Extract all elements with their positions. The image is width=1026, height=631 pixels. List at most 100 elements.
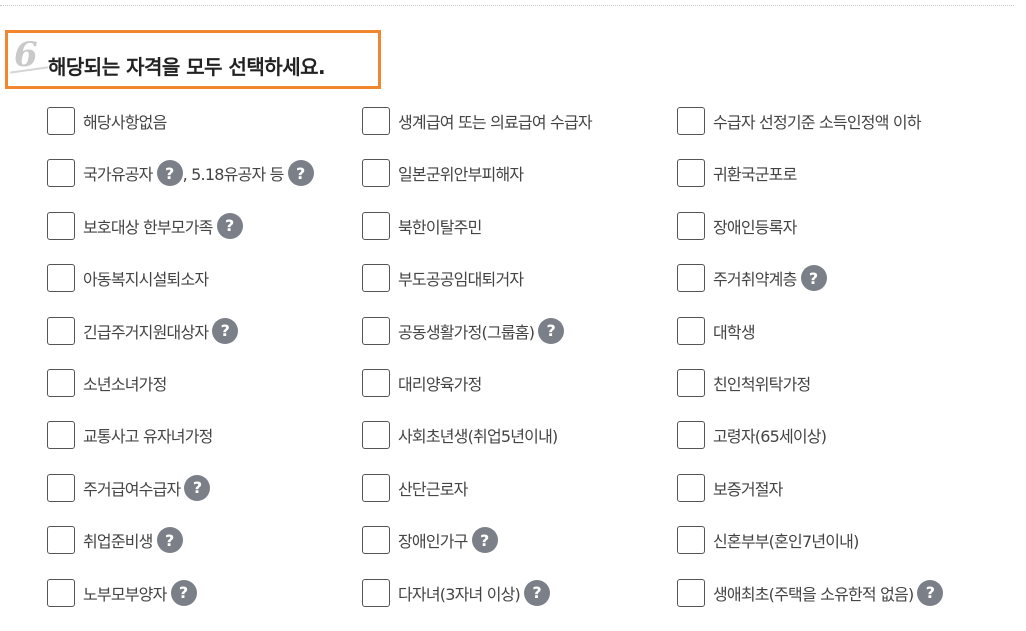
help-question-icon[interactable]: ? [287,160,314,187]
option-label: 생계급여 또는 의료급여 수급자 [398,113,593,132]
option-label: 교통사고 유자녀가정 [83,427,213,447]
checkbox[interactable] [362,578,390,607]
qualification-option[interactable]: 사회초년생(취업5년이내) [362,421,677,450]
qualification-option[interactable]: 부도공공임대퇴거자 [362,264,677,293]
qualification-option[interactable]: 교통사고 유자녀가정 [47,421,362,450]
qualification-option[interactable]: 취업준비생? [47,526,362,555]
help-question-icon[interactable]: ? [216,212,243,239]
option-label: 수급자 선정기준 소득인정액 이하 [713,113,922,132]
checkbox[interactable] [677,107,705,135]
qualification-option[interactable]: 주거취약계층? [677,264,1017,293]
checkbox[interactable] [362,421,390,450]
qualification-option[interactable]: 아동복지시설퇴소자 [47,264,362,293]
help-question-icon[interactable]: ? [212,317,239,344]
option-label: 북한이탈주민 [398,217,482,237]
qualification-option[interactable]: 보호대상 한부모가족? [47,211,362,240]
checkbox[interactable] [362,368,390,397]
qualification-option[interactable]: 북한이탈주민 [362,211,677,240]
option-label: 주거취약계층 [713,270,797,290]
qualification-option[interactable]: 수급자 선정기준 소득인정액 이하 [677,107,1017,135]
qualification-option[interactable]: 노부모부양자? [47,578,362,607]
question-header: 6 해당되는 자격을 모두 선택하세요. [5,30,381,89]
qualification-option[interactable]: 주거급여수급자? [47,473,362,502]
qualification-option[interactable]: 신혼부부(혼인7년이내) [677,526,1017,555]
qualification-option[interactable]: 소년소녀가정 [47,368,362,397]
checkbox[interactable] [47,159,75,188]
qualification-options: 해당사항없음 생계급여 또는 의료급여 수급자 수급자 선정기준 소득인정액 이하국… [47,107,1026,631]
option-label: 고령자(65세이상) [713,427,827,447]
checkbox[interactable] [47,264,75,293]
qualification-option[interactable]: 일본군위안부피해자 [362,159,677,188]
checkbox[interactable] [362,159,390,188]
checkbox[interactable] [47,368,75,397]
question-title: 해당되는 자격을 모두 선택하세요. [48,55,326,79]
checkbox[interactable] [47,316,75,345]
qualification-option[interactable]: 친인척위탁가정 [677,368,1017,397]
qualification-option[interactable]: 긴급주거지원대상자? [47,316,362,345]
checkbox[interactable] [677,211,705,240]
step-number: 6 [14,35,38,75]
qualification-option[interactable]: 공동생활가정(그룹홈)? [362,316,677,345]
option-label: 생애최초(주택을 소유한적 없음) [713,584,914,604]
option-label: 부도공공임대퇴거자 [398,270,524,290]
qualification-option[interactable]: 장애인가구? [362,526,677,555]
option-label: , 5.18유공자 등 [182,165,285,185]
qualification-option[interactable]: 고령자(65세이상) [677,421,1017,450]
checkbox[interactable] [362,107,390,135]
checkbox[interactable] [362,473,390,502]
option-label: 공동생활가정(그룹홈) [398,322,535,342]
checkbox[interactable] [677,264,705,293]
qualification-option[interactable]: 생계급여 또는 의료급여 수급자 [362,107,677,135]
qualification-option[interactable]: 보증거절자 [677,473,1017,502]
help-question-icon[interactable]: ? [184,474,211,501]
option-label: 일본군위안부피해자 [398,165,524,185]
checkbox[interactable] [677,526,705,555]
checkbox[interactable] [47,421,75,450]
help-question-icon[interactable]: ? [156,160,183,187]
help-question-icon[interactable]: ? [524,579,550,606]
option-label: 소년소녀가정 [83,374,167,394]
checkbox[interactable] [677,473,705,502]
qualification-option[interactable]: 해당사항없음 [47,107,362,135]
help-question-icon[interactable]: ? [170,579,197,606]
checkbox[interactable] [362,316,390,345]
option-label: 아동복지시설퇴소자 [83,270,209,290]
option-label: 긴급주거지원대상자 [83,322,209,342]
qualification-option[interactable]: 대리양육가정 [362,368,677,397]
qualification-option[interactable]: 귀환국군포로 [677,159,1017,188]
qualification-option[interactable]: 장애인등록자 [677,211,1017,240]
qualification-option[interactable]: 생애최초(주택을 소유한적 없음)? [677,578,1017,607]
option-label: 주거급여수급자 [83,479,181,499]
help-question-icon[interactable]: ? [471,527,498,554]
checkbox[interactable] [677,421,705,450]
checkbox[interactable] [47,578,75,607]
help-question-icon[interactable]: ? [538,317,565,344]
checkbox[interactable] [362,211,390,240]
qualification-option[interactable]: 산단근로자 [362,473,677,502]
checkbox[interactable] [47,526,75,555]
help-question-icon[interactable]: ? [917,579,944,606]
checkbox[interactable] [47,211,75,240]
option-label: 사회초년생(취업5년이내) [398,427,558,447]
checkbox[interactable] [677,159,705,188]
checkbox[interactable] [677,578,705,607]
option-label: 국가유공자 [83,165,153,185]
checkbox[interactable] [677,316,705,345]
qualification-option[interactable]: 대학생 [677,316,1017,345]
option-label: 다자녀(3자녀 이상) [398,584,521,604]
checkbox[interactable] [47,473,75,502]
help-question-icon[interactable]: ? [800,265,827,292]
option-label: 장애인가구 [398,532,468,552]
option-label: 보증거절자 [713,479,783,499]
option-label: 친인척위탁가정 [713,374,811,394]
qualification-option[interactable]: 다자녀(3자녀 이상)? [362,578,677,607]
option-label: 귀환국군포로 [713,165,797,185]
checkbox[interactable] [47,107,75,135]
top-divider [0,5,1014,6]
checkbox[interactable] [362,526,390,555]
checkbox[interactable] [362,264,390,293]
option-label: 신혼부부(혼인7년이내) [713,532,859,552]
checkbox[interactable] [677,368,705,397]
qualification-option[interactable]: 국가유공자?, 5.18유공자 등? [47,159,362,188]
help-question-icon[interactable]: ? [156,527,183,554]
